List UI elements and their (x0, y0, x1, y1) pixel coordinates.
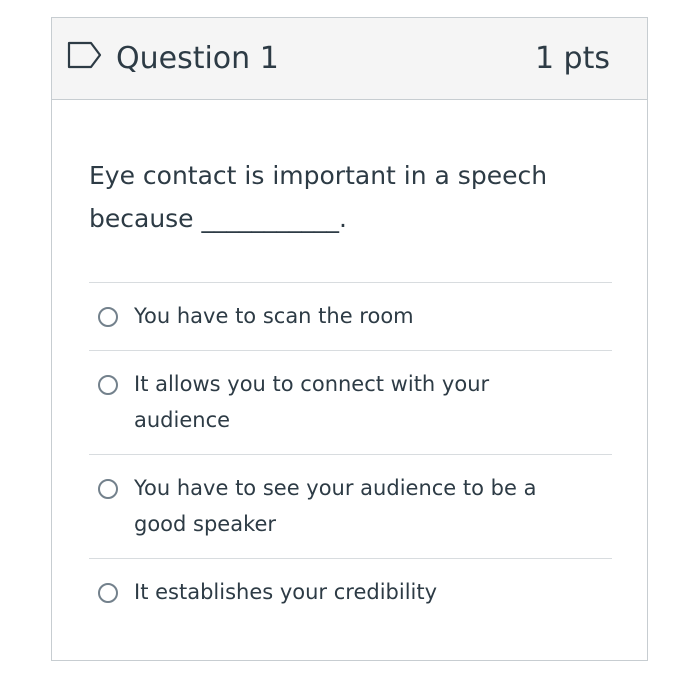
radio-button[interactable] (98, 375, 118, 395)
answer-option-2[interactable]: It allows you to connect with your audie… (89, 350, 612, 455)
answer-label[interactable]: You have to scan the room (134, 298, 574, 334)
answer-option-3[interactable]: You have to see your audience to be a go… (89, 454, 612, 559)
answer-option-1[interactable]: You have to scan the room (89, 282, 612, 351)
flag-question-icon[interactable] (67, 40, 103, 70)
answer-label[interactable]: It establishes your credibility (134, 574, 574, 610)
answer-label[interactable]: You have to see your audience to be a go… (134, 470, 574, 542)
radio-button[interactable] (98, 583, 118, 603)
answer-label[interactable]: It allows you to connect with your audie… (134, 366, 574, 438)
question-header: Question 1 1 pts (52, 18, 647, 100)
question-card: Question 1 1 pts Eye contact is importan… (51, 17, 648, 661)
answer-option-4[interactable]: It establishes your credibility (89, 558, 612, 627)
question-points: 1 pts (534, 41, 610, 76)
radio-button[interactable] (98, 307, 118, 327)
question-text: Eye contact is important in a speech bec… (89, 161, 548, 233)
question-title: Question 1 (116, 41, 279, 76)
radio-button[interactable] (98, 479, 118, 499)
